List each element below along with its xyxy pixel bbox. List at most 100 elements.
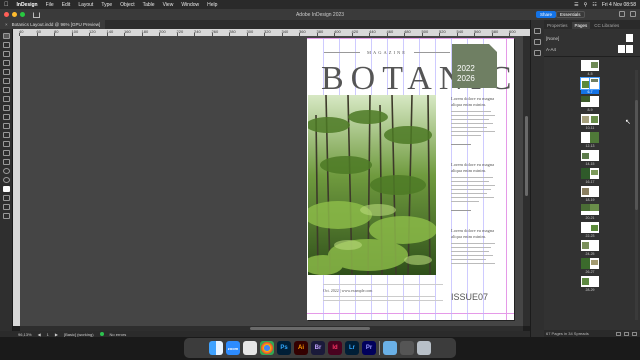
spread-10-11[interactable]: 10-11 bbox=[581, 114, 599, 130]
close-tab-icon[interactable]: × bbox=[5, 22, 8, 27]
year-box[interactable]: 2022 2026 bbox=[452, 44, 497, 88]
spread-24-25[interactable]: 24-25 bbox=[581, 240, 599, 256]
control-center-icon[interactable]: ☷ bbox=[592, 2, 596, 8]
scrollbar-thumb[interactable] bbox=[250, 327, 370, 330]
text-column-3[interactable]: Lorem dolore eu magna aliqua enim minim. bbox=[451, 228, 497, 267]
eyedropper-tool-icon[interactable] bbox=[2, 159, 10, 165]
spread-14-15[interactable]: 14-15 bbox=[581, 150, 599, 166]
horizontal-ruler[interactable]: 40 60 80 100 120 140 160 180 200 220 240 260 280 300 3… bbox=[13, 29, 530, 36]
zoom-tool-icon[interactable] bbox=[2, 177, 10, 183]
indesign-icon[interactable]: Id bbox=[328, 341, 342, 355]
menu-file[interactable]: File bbox=[46, 2, 54, 8]
none-master[interactable]: [None] bbox=[546, 36, 559, 41]
share-button[interactable]: Share bbox=[536, 11, 557, 18]
tab-properties[interactable]: Properties bbox=[544, 22, 571, 29]
lightroom-icon[interactable]: Lr bbox=[345, 341, 359, 355]
spread-22-23[interactable]: 22-23 bbox=[581, 222, 599, 238]
none-master-thumbnail[interactable] bbox=[626, 34, 633, 42]
app-menu[interactable]: InDesign bbox=[17, 2, 38, 8]
search-help-icon[interactable] bbox=[619, 11, 625, 17]
type-tool-icon[interactable] bbox=[2, 69, 10, 75]
spread-28-29[interactable]: 28-29 bbox=[581, 276, 599, 292]
master-thumbnail-right[interactable] bbox=[626, 45, 633, 53]
zoom-window-button[interactable] bbox=[20, 12, 25, 17]
a4-master[interactable]: A-A4 bbox=[546, 47, 556, 52]
home-icon[interactable] bbox=[33, 11, 40, 18]
vertical-scrollbar[interactable] bbox=[523, 36, 530, 326]
spread-18-19[interactable]: 18-19 bbox=[581, 186, 599, 202]
spread-12-13[interactable]: 12-13 bbox=[581, 132, 599, 148]
preflight-errors[interactable]: No errors bbox=[110, 332, 127, 337]
spread-8-9[interactable]: 8-9 bbox=[581, 96, 599, 112]
menu-layout[interactable]: Layout bbox=[78, 2, 93, 8]
edit-page-size-icon[interactable] bbox=[616, 331, 621, 336]
close-window-button[interactable] bbox=[4, 12, 9, 17]
bridge-icon[interactable]: Br bbox=[311, 341, 325, 355]
text-column-2[interactable]: Lorem dolore eu magna aliqua enim minim. bbox=[451, 162, 497, 217]
formatting-container-icon[interactable] bbox=[2, 204, 10, 210]
direct-selection-tool-icon[interactable] bbox=[2, 42, 10, 48]
zoom-level[interactable]: 96,13% bbox=[18, 332, 32, 337]
menu-window[interactable]: Window bbox=[181, 2, 199, 8]
arrange-documents-icon[interactable] bbox=[630, 11, 636, 17]
page-tool-icon[interactable] bbox=[2, 51, 10, 57]
stroke-swatch-icon[interactable] bbox=[2, 195, 10, 201]
vertical-ruler[interactable] bbox=[13, 36, 20, 326]
document-tab[interactable]: × Botanics Layout.indd @ 96% [GPU Previe… bbox=[0, 20, 106, 29]
preview-icon[interactable] bbox=[383, 341, 397, 355]
pen-tool-icon[interactable] bbox=[2, 87, 10, 93]
fill-swatch-icon[interactable] bbox=[2, 186, 10, 192]
note-tool-icon[interactable] bbox=[2, 150, 10, 156]
scissors-tool-icon[interactable] bbox=[2, 123, 10, 129]
workspace-switcher[interactable]: Essentials bbox=[556, 11, 585, 18]
gradient-tool-icon[interactable] bbox=[2, 141, 10, 147]
hand-tool-icon[interactable] bbox=[2, 168, 10, 174]
line-tool-icon[interactable] bbox=[2, 78, 10, 84]
properties-panel-icon[interactable] bbox=[534, 28, 541, 34]
selection-tool-icon[interactable] bbox=[2, 33, 10, 39]
apple-icon[interactable]:  bbox=[4, 2, 9, 8]
text-column-1[interactable]: Lorem dolore eu magna aliqua enim minim. bbox=[451, 96, 497, 151]
screen-mode-icon[interactable] bbox=[2, 213, 10, 219]
first-page-icon[interactable]: ◀ bbox=[38, 332, 41, 337]
tab-pages[interactable]: Pages bbox=[571, 22, 591, 29]
rectangle-tool-icon[interactable] bbox=[2, 114, 10, 120]
menu-view[interactable]: View bbox=[163, 2, 174, 8]
zoom-icon[interactable]: zoom bbox=[226, 341, 240, 355]
launchpad-icon[interactable] bbox=[243, 341, 257, 355]
spread-26-27[interactable]: 26-27 bbox=[581, 258, 599, 274]
footer-text[interactable]: Oct. 2022 | www.example.com bbox=[323, 288, 372, 293]
rectangle-frame-tool-icon[interactable] bbox=[2, 105, 10, 111]
clock[interactable]: Fri 4 Nov 08:58 bbox=[602, 2, 636, 8]
menu-object[interactable]: Object bbox=[120, 2, 134, 8]
spread-20-21[interactable]: 20-21 bbox=[581, 204, 599, 220]
illustrator-icon[interactable]: Ai bbox=[294, 341, 308, 355]
menu-table[interactable]: Table bbox=[143, 2, 155, 8]
menu-edit[interactable]: Edit bbox=[62, 2, 71, 8]
gap-tool-icon[interactable] bbox=[2, 60, 10, 66]
master-thumbnail-left[interactable] bbox=[618, 45, 625, 53]
pages-panel-icon[interactable] bbox=[534, 39, 541, 45]
pages-panel-scrollbar[interactable] bbox=[635, 70, 638, 320]
new-page-icon[interactable] bbox=[624, 331, 629, 336]
next-page-icon[interactable]: ▶ bbox=[55, 332, 58, 337]
cc-libraries-panel-icon[interactable] bbox=[534, 50, 541, 56]
free-transform-tool-icon[interactable] bbox=[2, 132, 10, 138]
photoshop-icon[interactable]: Ps bbox=[277, 341, 291, 355]
spread-16-17[interactable]: 16-17 bbox=[581, 168, 599, 184]
menu-help[interactable]: Help bbox=[207, 2, 217, 8]
pencil-tool-icon[interactable] bbox=[2, 96, 10, 102]
spread-4-5[interactable]: 4-5 bbox=[581, 60, 599, 76]
current-page[interactable]: 1 bbox=[47, 332, 49, 337]
scrollbar-thumb[interactable] bbox=[525, 116, 528, 196]
wifi-icon[interactable]: ☰ bbox=[574, 2, 578, 8]
spread-6-7[interactable]: 6-7 bbox=[580, 77, 600, 94]
scrollbar-thumb[interactable] bbox=[635, 100, 638, 210]
chrome-icon[interactable] bbox=[260, 341, 274, 355]
document-page[interactable]: MAGAZINE BOTANIC 2022 2026 Lorem dolore … bbox=[307, 38, 514, 320]
preflight-profile[interactable]: [Basic] (working) bbox=[64, 332, 94, 337]
search-icon[interactable]: ⚲ bbox=[584, 2, 588, 8]
calculator-icon[interactable] bbox=[400, 341, 414, 355]
menu-type[interactable]: Type bbox=[101, 2, 112, 8]
minimize-window-button[interactable] bbox=[12, 12, 17, 17]
